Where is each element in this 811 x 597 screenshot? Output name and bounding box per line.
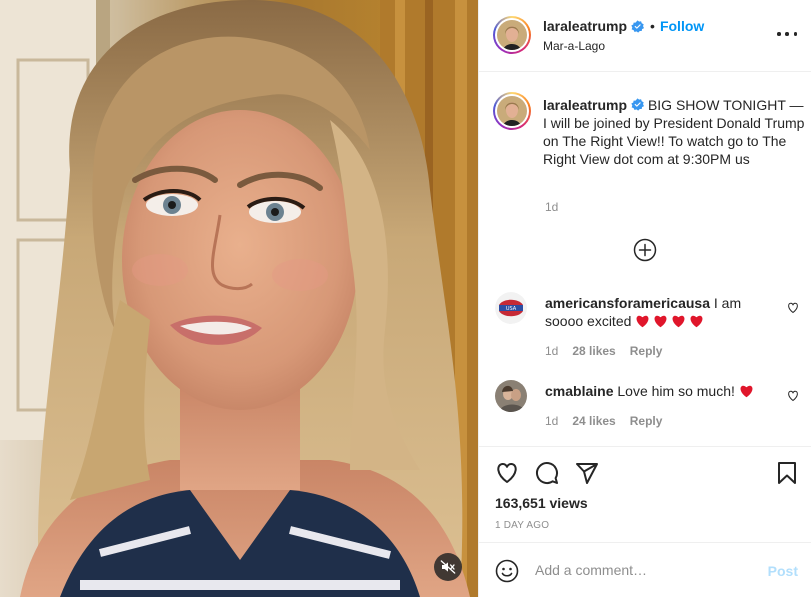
- view-count[interactable]: 163,651 views: [495, 495, 588, 511]
- add-comment-form: Post: [479, 542, 811, 597]
- speaker-muted-icon: [440, 560, 456, 574]
- video-frame-image: [0, 0, 478, 597]
- red-heart-emoji-icon: [654, 315, 667, 328]
- caption-author-avatar[interactable]: [493, 92, 531, 130]
- commenter-username-link[interactable]: cmablaine: [545, 383, 613, 399]
- comment-likes-count[interactable]: 28 likes: [572, 344, 615, 358]
- red-heart-emoji-icon: [672, 315, 685, 328]
- follow-button[interactable]: Follow: [660, 18, 704, 34]
- comment-like-heart-icon[interactable]: [787, 390, 799, 402]
- verified-badge-icon: [631, 19, 645, 33]
- caption-body: laraleatrump BIG SHOW TONIGHT — I will b…: [543, 96, 805, 168]
- comment-body: americansforamericausa I am soooo excite…: [545, 294, 765, 330]
- post-header: laraleatrump • Follow Mar-a-Lago: [479, 0, 811, 72]
- comment-timestamp[interactable]: 1d: [545, 414, 558, 428]
- heart-icon[interactable]: [495, 461, 519, 485]
- red-heart-emoji-icon: [740, 385, 753, 398]
- comment-timestamp[interactable]: 1d: [545, 344, 558, 358]
- svg-text:USA: USA: [506, 306, 517, 312]
- plus-circle-icon: [633, 238, 657, 262]
- comment-like-heart-icon[interactable]: [787, 302, 799, 314]
- commenter-avatar[interactable]: [495, 380, 527, 412]
- more-options-button[interactable]: [777, 26, 797, 42]
- verified-badge-icon: [631, 98, 645, 111]
- comment-icon[interactable]: [535, 461, 559, 485]
- reply-button[interactable]: Reply: [630, 344, 663, 358]
- comment-meta: 1d 24 likes Reply: [545, 414, 662, 428]
- emoji-icon[interactable]: [495, 559, 519, 583]
- post-details-panel: laraleatrump • Follow Mar-a-Lago laralea…: [478, 0, 811, 597]
- comment-likes-count[interactable]: 24 likes: [572, 414, 615, 428]
- heart-emojis: [635, 313, 707, 329]
- location-link[interactable]: Mar-a-Lago: [543, 39, 605, 53]
- separator-dot: •: [650, 18, 655, 34]
- share-icon[interactable]: [575, 461, 599, 485]
- comment-meta: 1d 28 likes Reply: [545, 344, 662, 358]
- comment-input[interactable]: [535, 559, 755, 581]
- red-heart-emoji-icon: [636, 315, 649, 328]
- comment-text: Love him so much!: [617, 383, 735, 399]
- reply-button[interactable]: Reply: [630, 414, 663, 428]
- mute-toggle-button[interactable]: [434, 553, 462, 581]
- commenter-avatar[interactable]: USA: [495, 292, 527, 324]
- bookmark-icon[interactable]: [775, 461, 799, 485]
- load-more-comments-button[interactable]: [633, 238, 657, 262]
- author-avatar[interactable]: [493, 16, 531, 54]
- comment-body: cmablaine Love him so much!: [545, 382, 765, 400]
- red-heart-emoji-icon: [690, 315, 703, 328]
- post-actions-section: 163,651 views 1 DAY AGO: [479, 446, 811, 542]
- caption-username-link[interactable]: laraleatrump: [543, 97, 627, 113]
- author-username-link[interactable]: laraleatrump: [543, 18, 627, 34]
- more-options-icon: [777, 32, 781, 36]
- commenter-username-link[interactable]: americansforamericausa: [545, 295, 710, 311]
- post-media-video[interactable]: [0, 0, 478, 597]
- post-comment-button[interactable]: Post: [768, 563, 798, 579]
- post-timestamp[interactable]: 1 DAY AGO: [495, 520, 549, 531]
- caption-timestamp[interactable]: 1d: [545, 200, 558, 214]
